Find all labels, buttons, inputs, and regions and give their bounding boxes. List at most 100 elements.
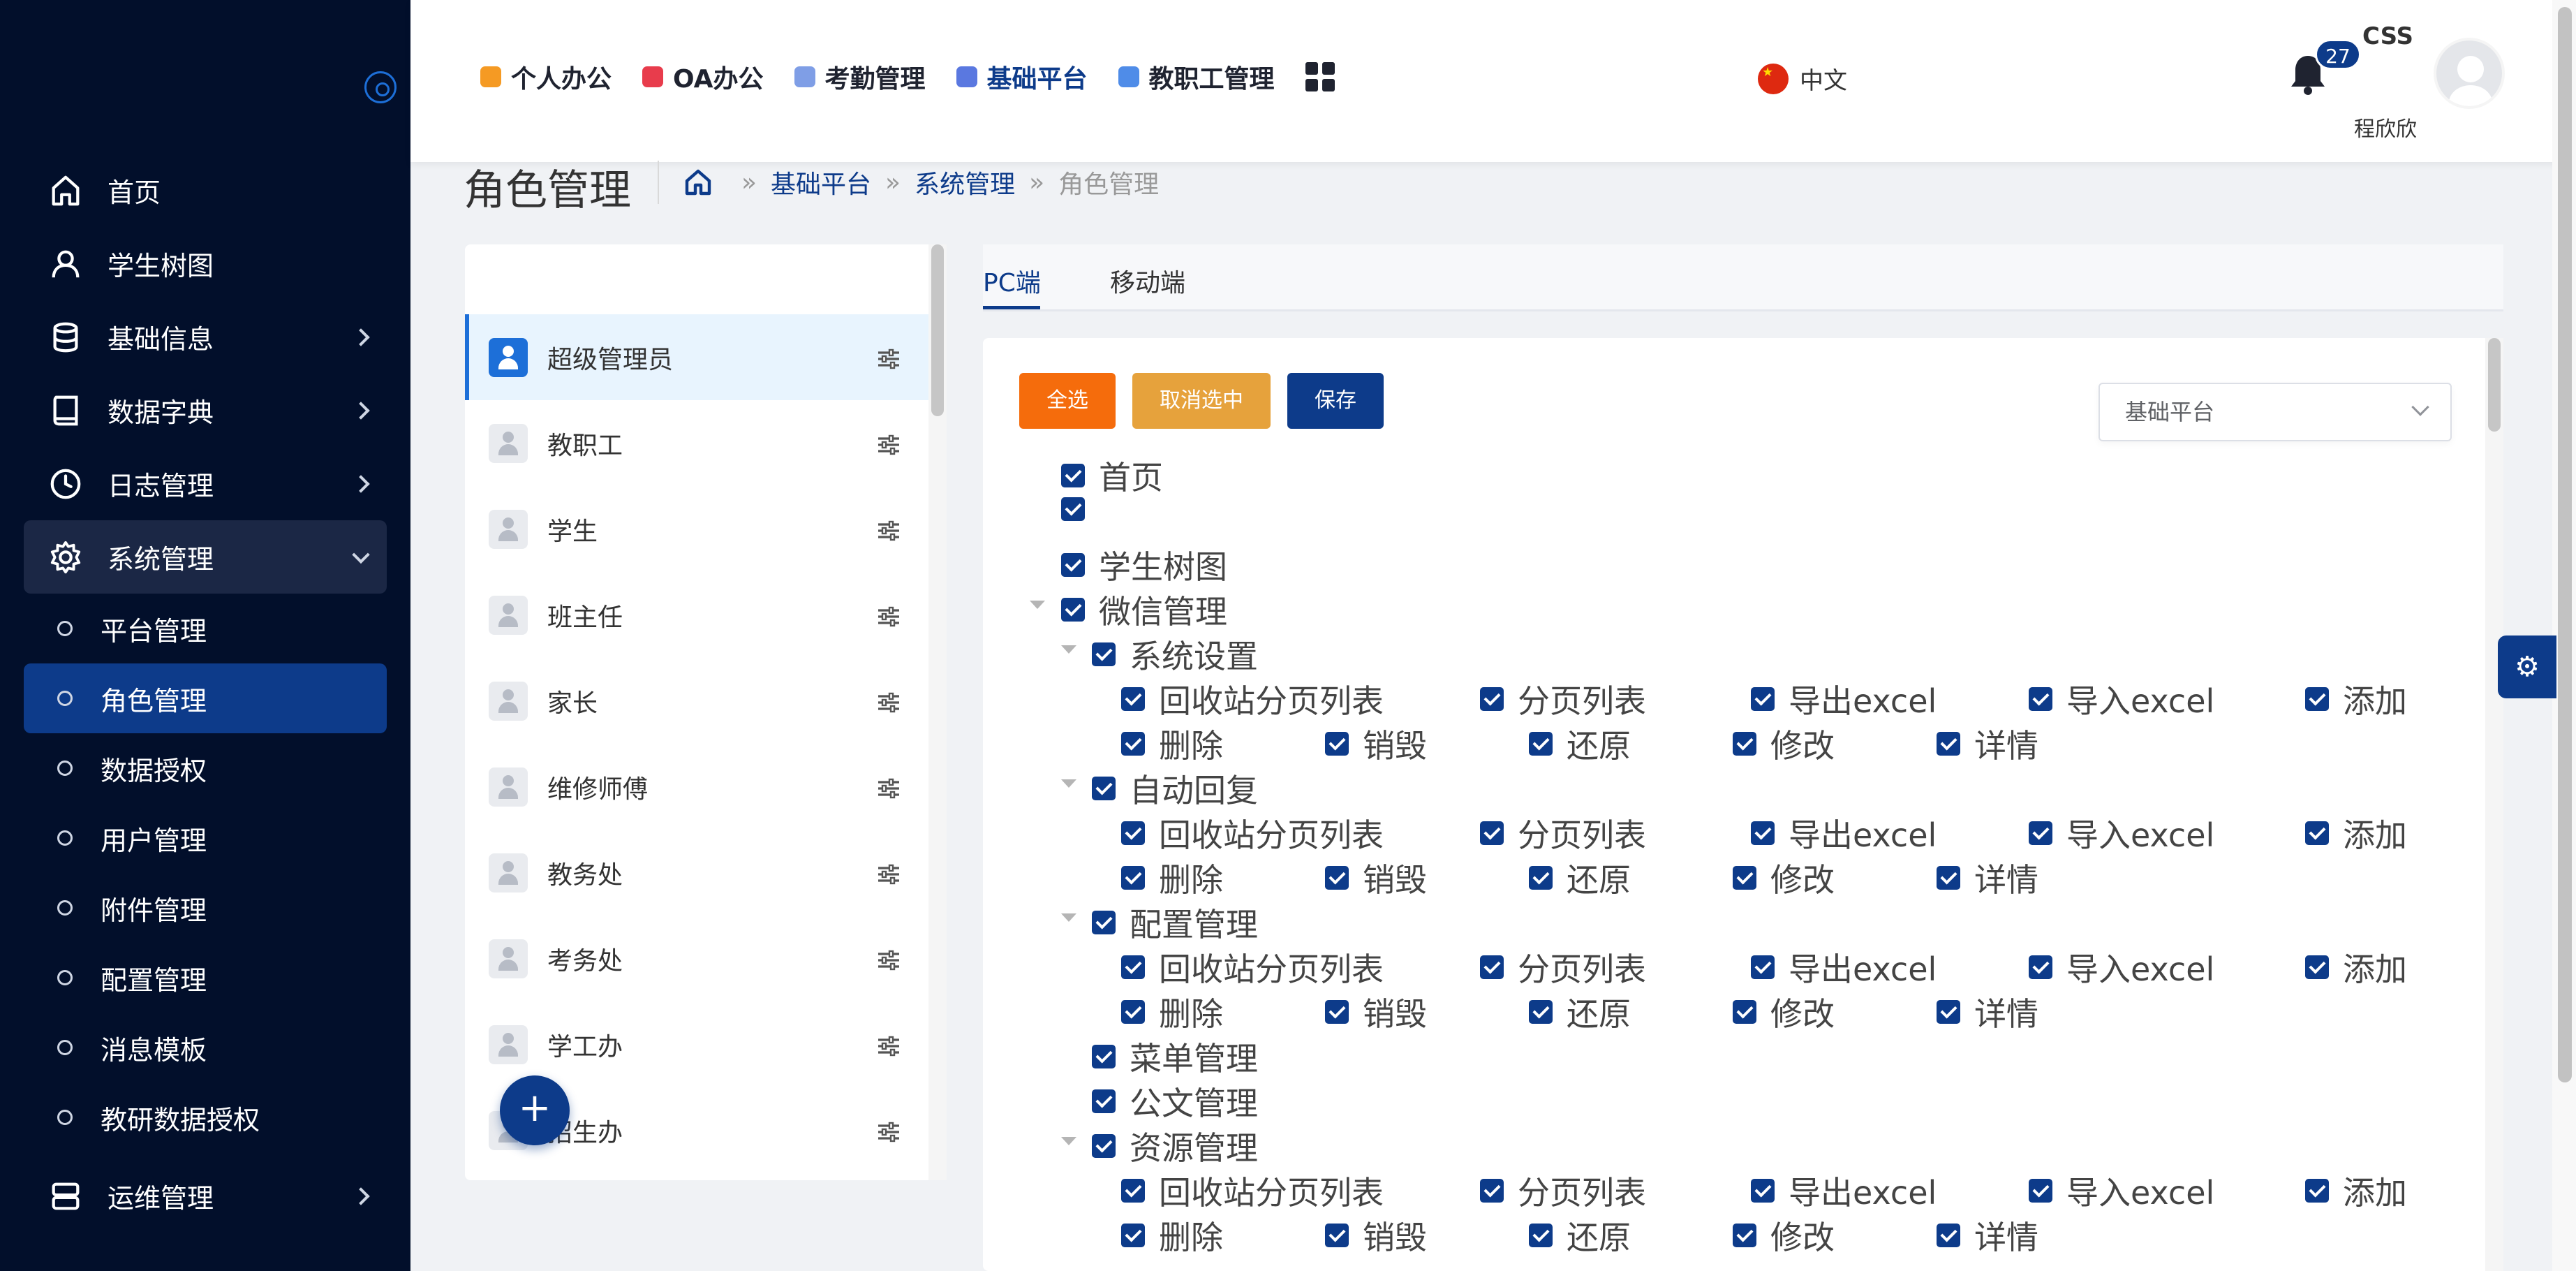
checkbox-checked[interactable] xyxy=(1529,732,1553,756)
tree-node-group[interactable]: 系统设置 xyxy=(1092,631,1258,677)
top-nav-item[interactable]: 教职工管理 xyxy=(1118,59,1275,95)
permission-checkbox[interactable]: 销毁 xyxy=(1325,721,1427,767)
role-settings-sliders-icon[interactable] xyxy=(877,519,901,541)
role-list-item[interactable]: 家长 xyxy=(465,658,928,744)
tree-node-group[interactable]: 公文管理 xyxy=(1092,1078,1258,1124)
permission-checkbox[interactable]: 还原 xyxy=(1529,1212,1631,1258)
permission-checkbox[interactable]: 导出excel xyxy=(1751,810,1937,856)
permission-checkbox[interactable]: 回收站分页列表 xyxy=(1121,944,1384,990)
checkbox-checked[interactable] xyxy=(1751,687,1775,711)
checkbox-checked[interactable] xyxy=(1733,1000,1756,1024)
theme-settings-button[interactable]: ⚙ xyxy=(2498,636,2556,698)
checkbox-checked[interactable] xyxy=(1121,821,1145,845)
permission-checkbox[interactable]: 删除 xyxy=(1121,721,1223,767)
role-list-item[interactable]: 维修师傅 xyxy=(465,744,928,830)
permission-checkbox[interactable]: 分页列表 xyxy=(1480,810,1646,856)
platform-select[interactable]: 基础平台 xyxy=(2098,383,2452,441)
permission-checkbox[interactable]: 修改 xyxy=(1733,855,1835,901)
checkbox-checked[interactable] xyxy=(1480,955,1504,979)
tree-node-group[interactable]: 菜单管理 xyxy=(1092,1034,1258,1080)
role-settings-sliders-icon[interactable] xyxy=(877,948,901,970)
tab-mobile[interactable]: 移动端 xyxy=(1110,263,1185,299)
caret-down-icon[interactable] xyxy=(1030,601,1045,609)
sidebar-subitem[interactable]: 教研数据授权 xyxy=(0,1082,410,1152)
permission-checkbox[interactable]: 删除 xyxy=(1121,855,1223,901)
role-settings-sliders-icon[interactable] xyxy=(877,347,901,369)
checkbox-checked[interactable] xyxy=(1529,1000,1553,1024)
caret-down-icon[interactable] xyxy=(1061,913,1076,922)
role-settings-sliders-icon[interactable] xyxy=(877,1034,901,1056)
sidebar-subitem[interactable]: 角色管理 xyxy=(24,663,387,733)
permission-checkbox[interactable]: 导出excel xyxy=(1751,1168,1937,1214)
permission-checkbox[interactable]: 销毁 xyxy=(1325,989,1427,1035)
tree-node[interactable]: 学生树图 xyxy=(1061,542,1227,588)
checkbox-checked[interactable] xyxy=(1480,687,1504,711)
top-nav-item[interactable]: OA办公 xyxy=(642,59,764,95)
sidebar-subitem[interactable]: 消息模板 xyxy=(0,1013,410,1082)
permission-checkbox[interactable]: 详情 xyxy=(1937,989,2038,1035)
checkbox-checked[interactable] xyxy=(1121,732,1145,756)
tree-node-wechat[interactable]: 微信管理 xyxy=(1061,587,1227,633)
role-settings-sliders-icon[interactable] xyxy=(877,691,901,712)
checkbox-checked[interactable] xyxy=(1325,1000,1349,1024)
permission-checkbox[interactable]: 修改 xyxy=(1733,1212,1835,1258)
checkbox-checked[interactable] xyxy=(1937,1224,1960,1247)
checkbox-checked[interactable] xyxy=(1092,911,1116,934)
apps-grid-icon[interactable] xyxy=(1305,62,1335,91)
tab-pc[interactable]: PC端 xyxy=(983,263,1041,299)
role-settings-sliders-icon[interactable] xyxy=(877,605,901,626)
sidebar-collapse-icon[interactable] xyxy=(364,71,397,103)
add-role-button[interactable]: + xyxy=(500,1075,570,1145)
checkbox-checked[interactable] xyxy=(1937,1000,1960,1024)
top-nav-item[interactable]: 个人办公 xyxy=(480,59,612,95)
sidebar-item[interactable]: 学生树图 xyxy=(0,227,410,300)
sidebar-subitem[interactable]: 平台管理 xyxy=(0,594,410,663)
checkbox-checked[interactable] xyxy=(1121,1179,1145,1203)
permission-checkbox[interactable]: 导入excel xyxy=(2029,676,2214,722)
permission-checkbox[interactable]: 添加 xyxy=(2305,676,2407,722)
checkbox-checked[interactable] xyxy=(1121,866,1145,890)
role-settings-sliders-icon[interactable] xyxy=(877,1120,901,1142)
sidebar-subitem[interactable]: 数据授权 xyxy=(0,733,410,803)
permission-checkbox[interactable]: 还原 xyxy=(1529,855,1631,901)
checkbox-checked[interactable] xyxy=(1937,866,1960,890)
permission-checkbox[interactable]: 销毁 xyxy=(1325,1212,1427,1258)
checkbox-checked[interactable] xyxy=(2029,821,2052,845)
checkbox-checked[interactable] xyxy=(1092,777,1116,800)
permission-checkbox[interactable]: 导出excel xyxy=(1751,944,1937,990)
checkbox-checked[interactable] xyxy=(2305,955,2329,979)
checkbox-checked[interactable] xyxy=(1751,821,1775,845)
sidebar-item[interactable]: 日志管理 xyxy=(0,447,410,520)
checkbox-checked[interactable] xyxy=(1325,1224,1349,1247)
breadcrumb-link-system[interactable]: 系统管理 xyxy=(915,164,1015,200)
checkbox-checked[interactable] xyxy=(1529,1224,1553,1247)
deselect-button[interactable]: 取消选中 xyxy=(1132,373,1271,429)
checkbox-checked[interactable] xyxy=(1325,866,1349,890)
checkbox-checked[interactable] xyxy=(2029,955,2052,979)
sidebar-item[interactable]: 基础信息 xyxy=(0,300,410,374)
permission-checkbox[interactable]: 分页列表 xyxy=(1480,676,1646,722)
checkbox-checked[interactable] xyxy=(2305,687,2329,711)
tree-node-group[interactable]: 资源管理 xyxy=(1092,1123,1258,1169)
save-button[interactable]: 保存 xyxy=(1287,373,1384,429)
checkbox-checked[interactable] xyxy=(1529,866,1553,890)
permission-checkbox[interactable]: 修改 xyxy=(1733,989,1835,1035)
sidebar-item[interactable]: 首页 xyxy=(0,154,410,227)
checkbox-checked[interactable] xyxy=(1092,1134,1116,1158)
permission-checkbox[interactable]: 删除 xyxy=(1121,1212,1223,1258)
permission-checkbox[interactable]: 添加 xyxy=(2305,810,2407,856)
sidebar-subitem[interactable]: 配置管理 xyxy=(0,943,410,1013)
permission-checkbox[interactable]: 回收站分页列表 xyxy=(1121,676,1384,722)
tree-node[interactable] xyxy=(1061,497,1099,521)
permission-checkbox[interactable]: 导入excel xyxy=(2029,810,2214,856)
role-list-item[interactable]: 考务处 xyxy=(465,916,928,1001)
permission-checkbox[interactable]: 修改 xyxy=(1733,721,1835,767)
checkbox-checked[interactable] xyxy=(1092,642,1116,666)
checkbox-checked[interactable] xyxy=(1061,553,1085,577)
checkbox-checked[interactable] xyxy=(1937,732,1960,756)
checkbox-checked[interactable] xyxy=(1061,464,1085,487)
checkbox-checked[interactable] xyxy=(1121,955,1145,979)
role-list-scrollbar[interactable] xyxy=(928,244,947,1180)
language-switcher[interactable]: 中文 xyxy=(1758,61,1847,96)
permission-checkbox[interactable]: 详情 xyxy=(1937,855,2038,901)
